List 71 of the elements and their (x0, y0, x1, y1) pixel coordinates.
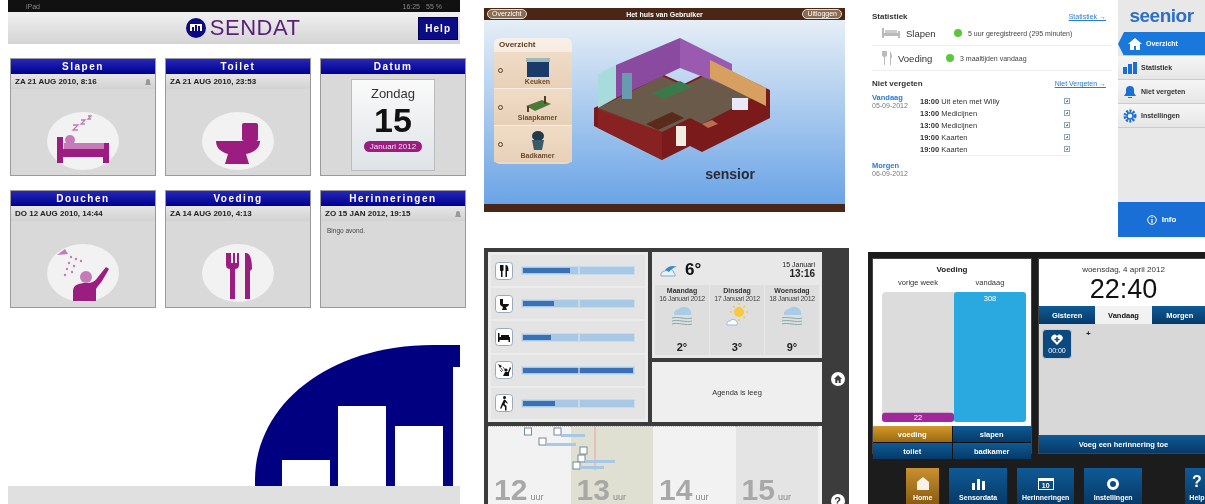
bell-icon (1123, 85, 1137, 98)
card-title: Voeding (166, 191, 310, 206)
forecast-temperature: 2° (676, 341, 688, 355)
bar-chart-icon (1123, 61, 1137, 74)
card-title: Toilet (166, 59, 310, 74)
hour-number: 15 (741, 476, 775, 504)
card-title: Herinneringen (321, 191, 465, 206)
stat-label: Slapen (906, 27, 937, 39)
app-logo: SENDAT (209, 15, 301, 41)
fork-knife-icon (495, 261, 513, 280)
ring-icon (1107, 478, 1120, 490)
current-temperature: 6° (685, 260, 703, 280)
section-title: Niet vergeten (872, 79, 923, 88)
heart-plus-icon (1051, 334, 1063, 346)
app-logo: sensior (705, 166, 755, 182)
hour-number: 12 (494, 476, 528, 504)
status-card[interactable]: Slapen ZA 21 AUG 2010, 8:16 (10, 58, 156, 176)
home-icon (830, 372, 845, 386)
status-card[interactable]: Datum Zondag 15 Januari 2012 (320, 58, 466, 176)
logo-icon (185, 18, 206, 38)
month-label: Januari 2012 (363, 141, 423, 152)
help-button[interactable]: Help (418, 16, 458, 40)
timestamp: ZA 21 AUG 2010, 8:16 (15, 77, 97, 86)
timestamp: ZA 14 AUG 2010, 4:13 (170, 209, 252, 218)
toilet-icon (495, 294, 513, 313)
app-logo: seenior (1128, 4, 1195, 28)
clock-time: 22:40 (1089, 274, 1158, 305)
info-button[interactable]: Info (1118, 202, 1205, 238)
current-time: 13:16 (789, 268, 815, 279)
panel-title: Overzicht (498, 40, 537, 51)
section-title: Statistiek (872, 12, 908, 21)
status-card[interactable]: Douchen DO 12 AUG 2010, 14:44 (10, 190, 156, 308)
date-label: woensdag, 4 april 2012 (1082, 265, 1165, 275)
fork-knife-icon (882, 51, 892, 65)
weekday-label: Zondag (370, 86, 416, 101)
sun-cloud-icon (724, 303, 750, 327)
hour-unit: uur (777, 492, 791, 504)
timestamp: DO 12 AUG 2010, 14:44 (15, 209, 103, 218)
forecast-temperature: 3° (731, 341, 743, 355)
bell-icon (144, 77, 152, 86)
house-icon (916, 477, 929, 490)
status-dot (954, 29, 962, 37)
card-title: Slapen (11, 59, 155, 74)
gear-icon (1123, 108, 1137, 123)
hour-unit: uur (612, 492, 626, 504)
walking-person-icon (495, 394, 513, 413)
bed-icon (495, 328, 513, 346)
hour-unit: uur (530, 492, 544, 504)
oven-icon (524, 55, 551, 78)
house-icon (1128, 37, 1142, 50)
shower-icon (495, 361, 513, 380)
bell-icon (454, 209, 462, 218)
card-title: Datum (321, 59, 465, 74)
status-card[interactable]: Voeding ZA 14 AUG 2010, 4:13 (165, 190, 311, 308)
stat-label: Voeding (898, 52, 934, 64)
timestamp: ZO 15 JAN 2012, 19:15 (325, 209, 411, 218)
timestamp: ZA 21 AUG 2010, 23:53 (170, 77, 257, 86)
day-number: 15 (374, 101, 412, 139)
status-dot (946, 54, 954, 62)
bed-icon (882, 28, 900, 38)
card-title: Douchen (11, 191, 155, 206)
hour-unit: uur (695, 492, 709, 504)
chart-title: Voeding (935, 264, 969, 275)
status-card[interactable]: Toilet ZA 21 AUG 2010, 23:53 (165, 58, 311, 176)
add-mark: + (1086, 329, 1091, 339)
question-mark-icon: ? (1192, 474, 1202, 490)
forecast-temperature: 9° (786, 341, 798, 355)
hour-number: 13 (576, 476, 610, 504)
hour-number: 14 (659, 476, 693, 504)
info-icon (1146, 214, 1157, 225)
bar-chart-icon (971, 478, 985, 490)
